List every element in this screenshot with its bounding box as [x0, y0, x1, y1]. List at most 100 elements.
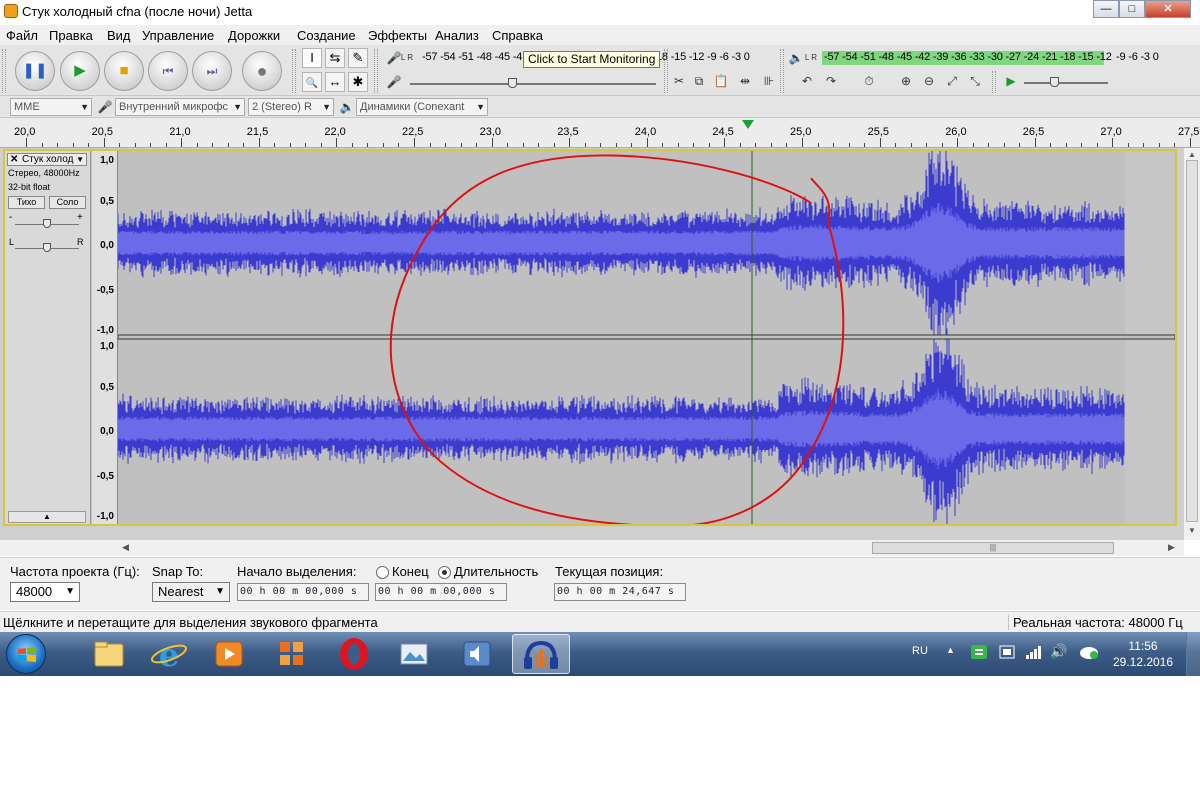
- skip-end-button[interactable]: ⏭: [192, 51, 232, 91]
- zoom-tool[interactable]: 🔍: [302, 72, 322, 92]
- menu-generate[interactable]: Создание: [297, 28, 356, 43]
- language-indicator[interactable]: RU: [912, 645, 928, 657]
- selection-tool[interactable]: I: [302, 48, 322, 68]
- signal-icon[interactable]: [1024, 644, 1042, 663]
- envelope-tool[interactable]: ⇆: [325, 48, 345, 68]
- menu-edit[interactable]: Правка: [49, 28, 93, 43]
- length-radio[interactable]: [438, 566, 451, 579]
- copy-icon[interactable]: ⧉: [690, 72, 708, 90]
- ruler-tick: [739, 143, 741, 147]
- timeshift-tool[interactable]: ↔: [325, 72, 345, 92]
- record-meter-scale-tail[interactable]: 18 -15 -12 -9 -6 -3 0: [656, 51, 750, 67]
- trim-icon[interactable]: ⇹: [736, 72, 754, 90]
- zoom-out-icon[interactable]: ⊖: [920, 72, 938, 90]
- office-taskbar-button[interactable]: [265, 634, 319, 674]
- menu-view[interactable]: Вид: [107, 28, 131, 43]
- mute-button[interactable]: Тихо: [8, 196, 45, 209]
- scroll-right-icon[interactable]: ▶: [1168, 542, 1175, 553]
- horizontal-scroll-thumb[interactable]: |||: [872, 542, 1114, 554]
- system-clock[interactable]: 11:56 29.12.2016: [1108, 638, 1178, 670]
- input-channels-select[interactable]: 2 (Stereo) R ▼: [248, 98, 334, 116]
- network-status-icon[interactable]: [970, 644, 988, 663]
- record-button[interactable]: ●: [242, 51, 282, 91]
- pause-button[interactable]: ❚❚: [15, 51, 55, 91]
- play-button[interactable]: ▶: [60, 51, 100, 91]
- play-at-speed-icon[interactable]: ▶: [1002, 72, 1020, 90]
- play-speed-slider[interactable]: [1024, 82, 1108, 84]
- show-hidden-icons-icon[interactable]: ▲: [946, 645, 955, 655]
- position-time[interactable]: 00 h 00 m 24,647 s: [554, 583, 686, 601]
- toolbar-grip[interactable]: [992, 71, 996, 93]
- show-desktop-button[interactable]: [1186, 632, 1200, 676]
- file-explorer-taskbar-button[interactable]: [82, 634, 136, 674]
- horizontal-scrollbar[interactable]: ◀ ||| ▶: [0, 540, 1184, 556]
- draw-tool[interactable]: ✎: [348, 48, 368, 68]
- vertical-scroll-thumb[interactable]: [1186, 160, 1198, 522]
- playhead-marker-icon[interactable]: [742, 120, 754, 129]
- internet-explorer-taskbar-button[interactable]: e: [142, 634, 196, 674]
- project-rate-select[interactable]: 48000 ▼: [10, 582, 80, 602]
- menu-tracks[interactable]: Дорожки: [228, 28, 280, 43]
- scroll-left-icon[interactable]: ◀: [122, 542, 129, 553]
- cloud-sync-icon[interactable]: [1078, 644, 1100, 663]
- vertical-scrollbar[interactable]: ▲ ▼: [1184, 148, 1200, 540]
- play-speed-knob[interactable]: [1050, 77, 1059, 87]
- paste-icon[interactable]: 📋: [712, 72, 730, 90]
- scroll-down-icon[interactable]: ▼: [1188, 526, 1196, 535]
- collapse-track-button[interactable]: ▲: [8, 511, 86, 523]
- scroll-up-icon[interactable]: ▲: [1188, 150, 1196, 159]
- amplitude-scale[interactable]: 1,0 0,5 0,0 -0,5 -1,0 1,0 0,5 0,0 -0,5 -1,0: [92, 151, 118, 524]
- end-radio[interactable]: [376, 566, 389, 579]
- input-device-select[interactable]: Внутренний микрофс ▼: [115, 98, 245, 116]
- gain-knob[interactable]: [43, 219, 51, 228]
- toolbar-grip[interactable]: [374, 49, 378, 93]
- menu-file[interactable]: Файл: [6, 28, 38, 43]
- record-volume-knob[interactable]: [508, 78, 517, 88]
- redo-icon[interactable]: ↷: [822, 72, 840, 90]
- audio-taskbar-button[interactable]: [450, 634, 504, 674]
- toolbar-grip[interactable]: [2, 49, 6, 93]
- toolbar-grip[interactable]: [292, 49, 296, 93]
- cut-icon[interactable]: ✂: [670, 72, 688, 90]
- ruler-label: 21,5: [246, 126, 269, 138]
- stop-button[interactable]: ■: [104, 51, 144, 91]
- media-player-taskbar-button[interactable]: [202, 634, 256, 674]
- selection-length-time[interactable]: 00 h 00 m 00,000 s: [375, 583, 507, 601]
- selection-start-time[interactable]: 00 h 00 m 00,000 s: [237, 583, 369, 601]
- zoom-in-icon[interactable]: ⊕: [897, 72, 915, 90]
- multi-tool[interactable]: ✱: [348, 72, 368, 92]
- timeline-ruler[interactable]: 20,0 20,5 21,0 21,5 22,0 22,5 23,0 23,5 24,0 24,5…: [0, 118, 1200, 148]
- snap-to-select[interactable]: Nearest ▼: [152, 582, 230, 602]
- undo-icon[interactable]: ↶: [798, 72, 816, 90]
- menu-analyze[interactable]: Анализ: [435, 28, 479, 43]
- close-button[interactable]: ✕: [1145, 0, 1191, 18]
- fit-project-icon[interactable]: ⤡: [966, 72, 984, 90]
- sync-lock-icon[interactable]: ⏱: [860, 72, 878, 90]
- menu-effects[interactable]: Эффекты: [368, 28, 427, 43]
- audio-track[interactable]: ✕ Стук холод ▼ Стерео, 48000Hz 32-bit fl…: [3, 149, 1177, 526]
- close-track-icon[interactable]: ✕: [10, 154, 18, 165]
- fit-selection-icon[interactable]: ⤢: [943, 72, 961, 90]
- record-volume-slider[interactable]: [410, 83, 656, 85]
- solo-button[interactable]: Соло: [49, 196, 86, 209]
- audio-host-select[interactable]: MME ▼: [10, 98, 92, 116]
- menu-transport[interactable]: Управление: [142, 28, 214, 43]
- silence-icon[interactable]: ⊪: [760, 72, 778, 90]
- volume-icon[interactable]: 🔊: [1050, 643, 1067, 660]
- audacity-taskbar-button[interactable]: [512, 634, 570, 674]
- photo-viewer-taskbar-button[interactable]: [388, 634, 442, 674]
- output-device-select[interactable]: Динамики (Conexant ▼: [356, 98, 488, 116]
- minimize-button[interactable]: —: [1093, 0, 1119, 18]
- record-meter-scale[interactable]: -57 -54 -51 -48 -45 -4: [422, 51, 522, 67]
- skip-start-button[interactable]: ⏮: [148, 51, 188, 91]
- pan-knob[interactable]: [43, 243, 51, 252]
- toolbar-grip[interactable]: [664, 49, 668, 93]
- toolbar-grip[interactable]: [780, 49, 784, 93]
- start-button[interactable]: [6, 634, 46, 674]
- opera-taskbar-button[interactable]: [327, 634, 381, 674]
- waveform-view[interactable]: [118, 151, 1175, 524]
- menu-help[interactable]: Справка: [492, 28, 543, 43]
- device-icon[interactable]: [998, 644, 1016, 663]
- maximize-button[interactable]: □: [1119, 0, 1145, 18]
- track-name-menu[interactable]: ✕ Стук холод ▼: [7, 153, 87, 166]
